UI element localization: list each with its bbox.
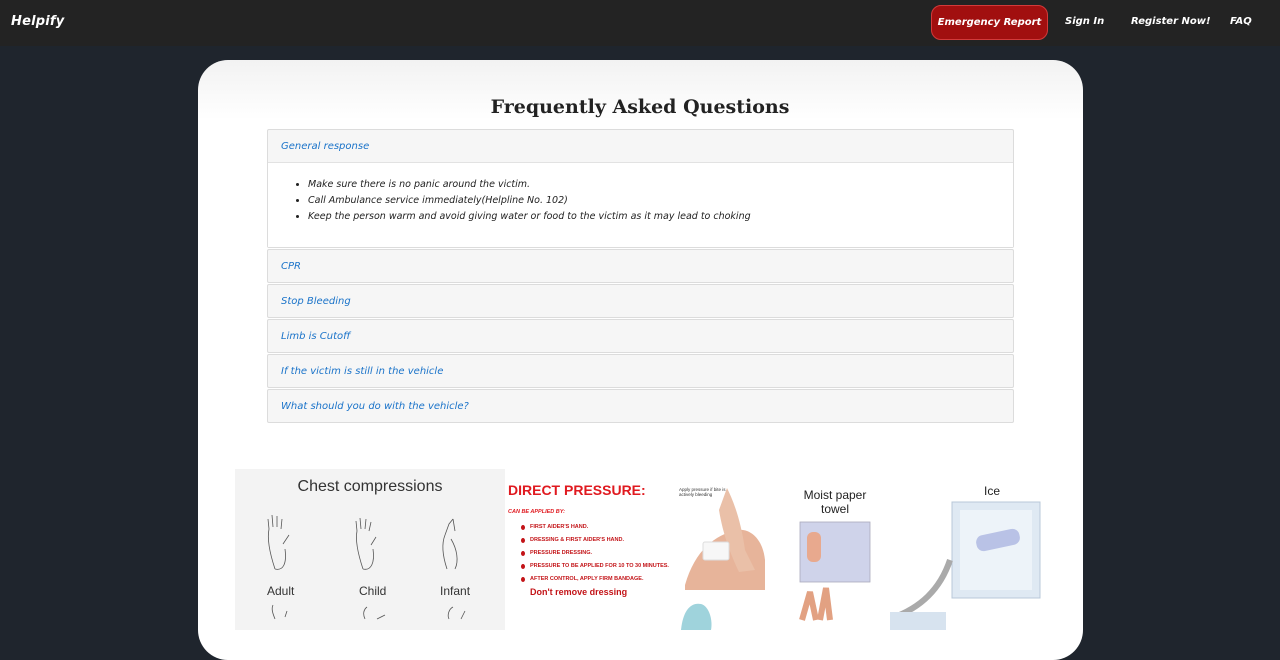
hand-illustrations	[267, 514, 466, 620]
chest-compressions-image: Chest compressions Adult Child Infant	[235, 469, 505, 630]
brand-logo[interactable]: Helpify	[11, 14, 64, 29]
direct-pressure-note: Apply pressure if bite is actively bleed…	[679, 487, 726, 497]
adult-label: Adult	[267, 584, 295, 598]
accordion-header-limb-cutoff[interactable]: Limb is Cutoff	[268, 320, 1013, 352]
towel-ice-illustration	[799, 501, 1041, 630]
register-link[interactable]: Register Now!	[1131, 16, 1211, 27]
direct-pressure-image: DIRECT PRESSURE: CAN BE APPLIED BY: FIRS…	[505, 480, 770, 630]
infant-label: Infant	[440, 584, 471, 598]
accordion-item: What should you do with the vehicle?	[267, 389, 1014, 423]
top-navbar: Helpify Emergency Report Sign In Registe…	[0, 0, 1280, 46]
accordion-header-victim-in-vehicle[interactable]: If the victim is still in the vehicle	[268, 355, 1013, 387]
pressure-hands-photo	[677, 484, 765, 630]
list-item: Make sure there is no panic around the v…	[308, 177, 1013, 193]
accordion-body: Make sure there is no panic around the v…	[268, 162, 1013, 247]
response-list: Make sure there is no panic around the v…	[268, 177, 1013, 225]
accordion-item: CPR	[267, 249, 1014, 283]
accordion-item: General response Make sure there is no p…	[267, 129, 1014, 248]
page-title: Frequently Asked Questions	[490, 96, 790, 118]
faq-link[interactable]: FAQ	[1230, 16, 1252, 27]
emergency-report-button[interactable]: Emergency Report	[931, 5, 1048, 40]
sign-in-link[interactable]: Sign In	[1065, 16, 1104, 27]
accordion-item: Stop Bleeding	[267, 284, 1014, 318]
accordion-header-cpr[interactable]: CPR	[268, 250, 1013, 282]
accordion-header-stop-bleeding[interactable]: Stop Bleeding	[268, 285, 1013, 317]
accordion-item: If the victim is still in the vehicle	[267, 354, 1014, 388]
list-item: Call Ambulance service immediately(Helpl…	[308, 193, 1013, 209]
accordion-header-general-response[interactable]: General response	[268, 130, 1013, 162]
child-label: Child	[359, 584, 387, 598]
amputation-care-image: Moist paper towel Ice	[780, 480, 1045, 630]
accordion-item: Limb is Cutoff	[267, 319, 1014, 353]
accordion-header-vehicle[interactable]: What should you do with the vehicle?	[268, 390, 1013, 422]
list-item: Keep the person warm and avoid giving wa…	[308, 209, 1013, 225]
faq-accordion: General response Make sure there is no p…	[267, 129, 1014, 424]
